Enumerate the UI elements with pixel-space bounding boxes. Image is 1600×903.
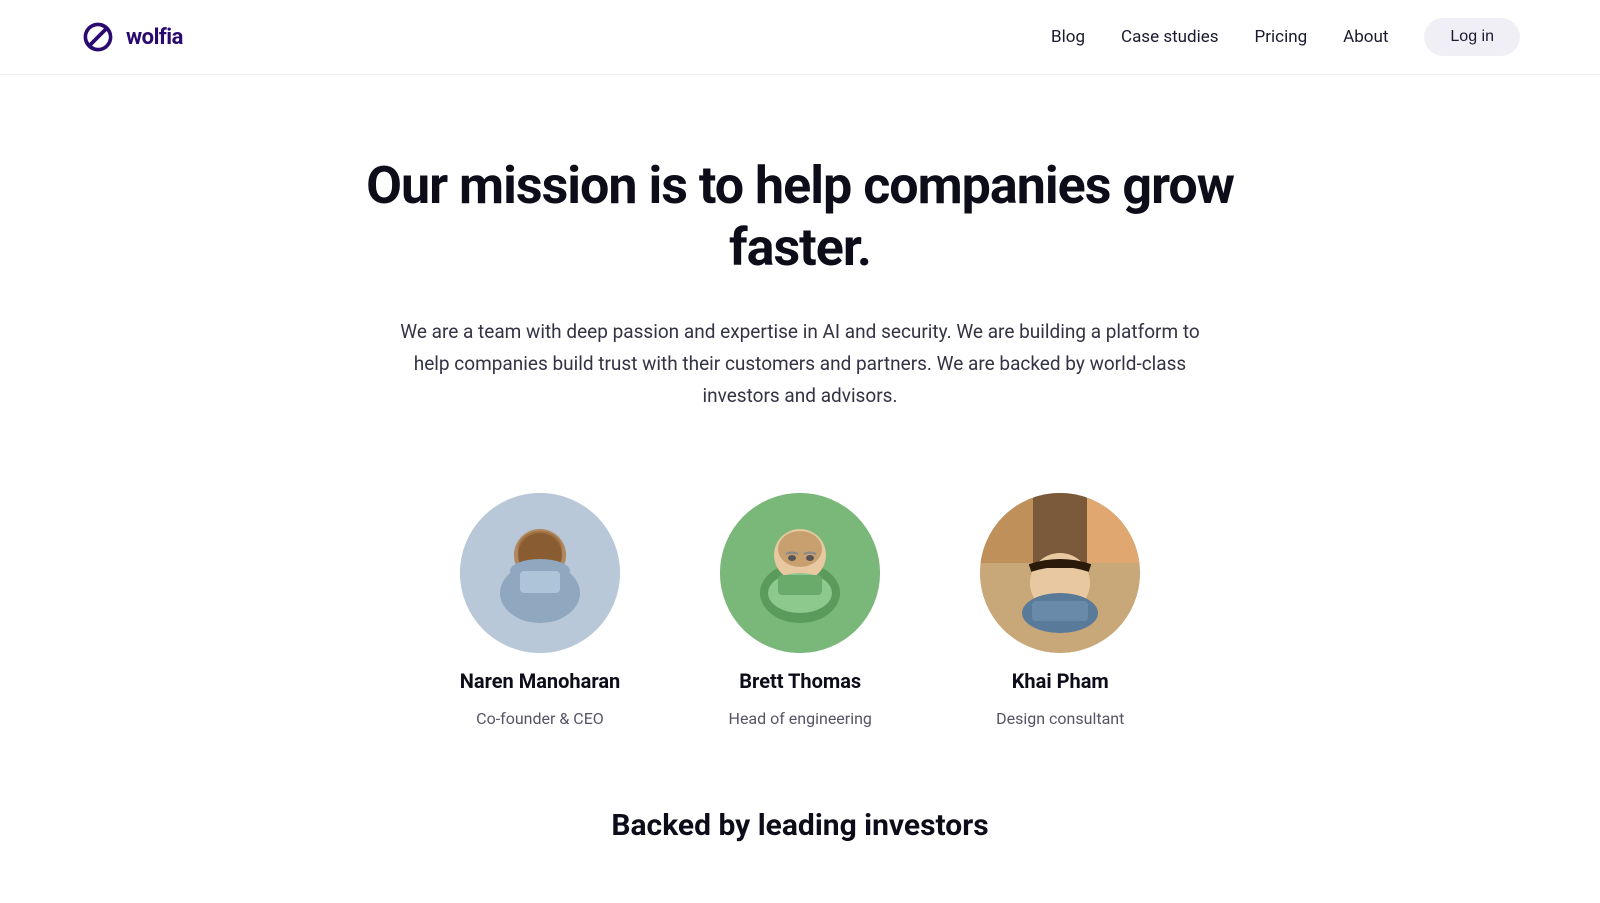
member-role-naren: Co-founder & CEO xyxy=(476,709,604,728)
team-member-naren: Naren Manoharan Co-founder & CEO xyxy=(460,493,620,728)
nav-pricing[interactable]: Pricing xyxy=(1255,27,1308,47)
login-button[interactable]: Log in xyxy=(1424,18,1520,56)
main-content: Our mission is to help companies grow fa… xyxy=(0,75,1600,903)
nav-about[interactable]: About xyxy=(1343,27,1388,47)
avatar-brett-image xyxy=(720,493,880,653)
member-name-brett: Brett Thomas xyxy=(739,669,861,693)
team-member-khai: Khai Pham Design consultant xyxy=(980,493,1140,728)
investors-heading: Backed by leading investors xyxy=(611,808,988,843)
navbar: wolfia Blog Case studies Pricing About L… xyxy=(0,0,1600,75)
nav-case-studies[interactable]: Case studies xyxy=(1121,27,1219,47)
avatar-naren xyxy=(460,493,620,653)
logo-text: wolfia xyxy=(126,25,183,50)
team-member-brett: Brett Thomas Head of engineering xyxy=(720,493,880,728)
avatar-brett xyxy=(720,493,880,653)
avatar-khai xyxy=(980,493,1140,653)
wolfia-logo-icon xyxy=(80,19,116,55)
hero-title: Our mission is to help companies grow fa… xyxy=(350,155,1250,280)
avatar-khai-image xyxy=(980,493,1140,653)
member-role-khai: Design consultant xyxy=(996,709,1124,728)
member-name-khai: Khai Pham xyxy=(1012,669,1109,693)
hero-description: We are a team with deep passion and expe… xyxy=(400,316,1200,413)
member-name-naren: Naren Manoharan xyxy=(460,669,620,693)
team-grid: Naren Manoharan Co-founder & CEO xyxy=(460,493,1140,728)
logo-link[interactable]: wolfia xyxy=(80,19,183,55)
member-role-brett: Head of engineering xyxy=(729,709,872,728)
avatar-naren-image xyxy=(460,493,620,653)
nav-blog[interactable]: Blog xyxy=(1051,27,1085,47)
nav-links: Blog Case studies Pricing About Log in xyxy=(1051,18,1520,56)
